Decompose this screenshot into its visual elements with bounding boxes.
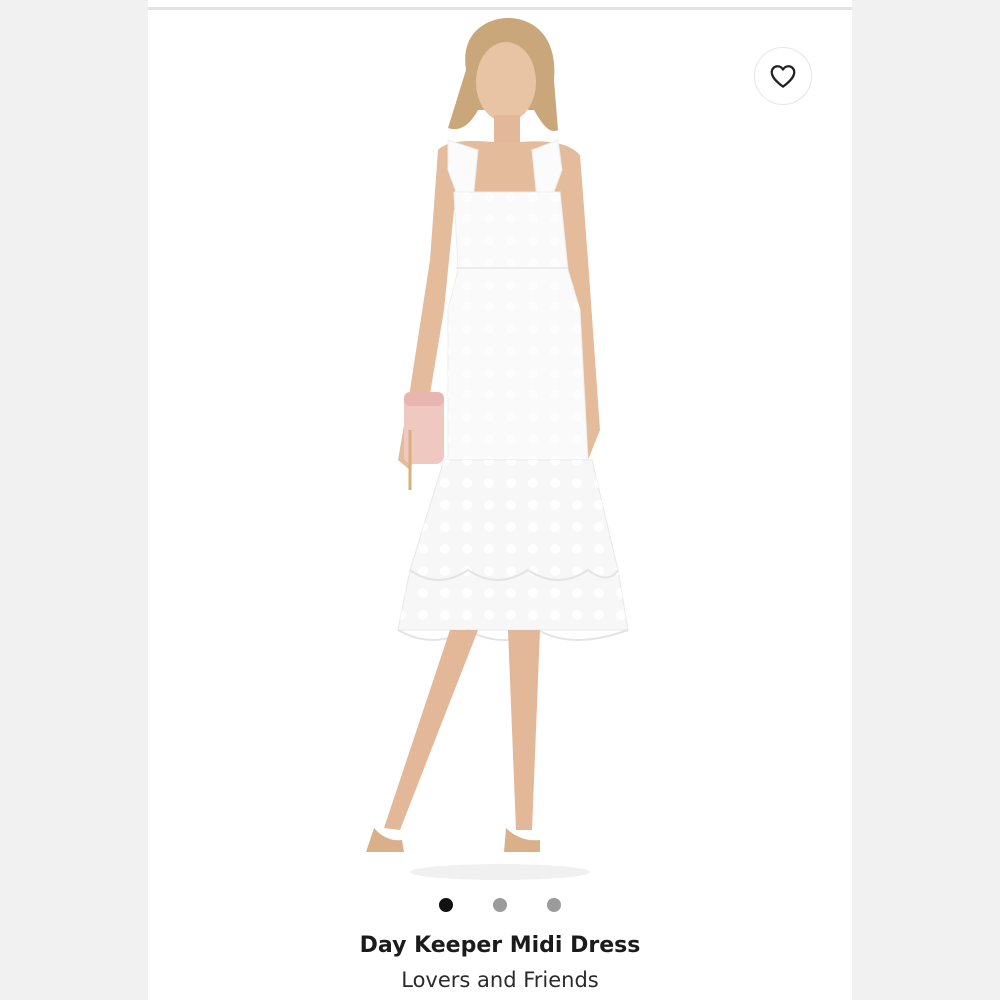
heart-icon [770, 65, 796, 88]
favorite-button[interactable] [754, 47, 812, 105]
product-brand[interactable]: Lovers and Friends [148, 968, 852, 992]
product-card: Day Keeper Midi Dress Lovers and Friends [148, 0, 852, 1000]
gallery-dot-3[interactable] [547, 898, 561, 912]
right-backdrop [852, 0, 1000, 1000]
gallery-pagination [148, 898, 852, 916]
left-backdrop [0, 0, 148, 1000]
gallery-dot-1[interactable] [439, 898, 453, 912]
product-image[interactable] [148, 10, 852, 890]
gallery-dot-2[interactable] [493, 898, 507, 912]
product-title: Day Keeper Midi Dress [359, 933, 641, 958]
